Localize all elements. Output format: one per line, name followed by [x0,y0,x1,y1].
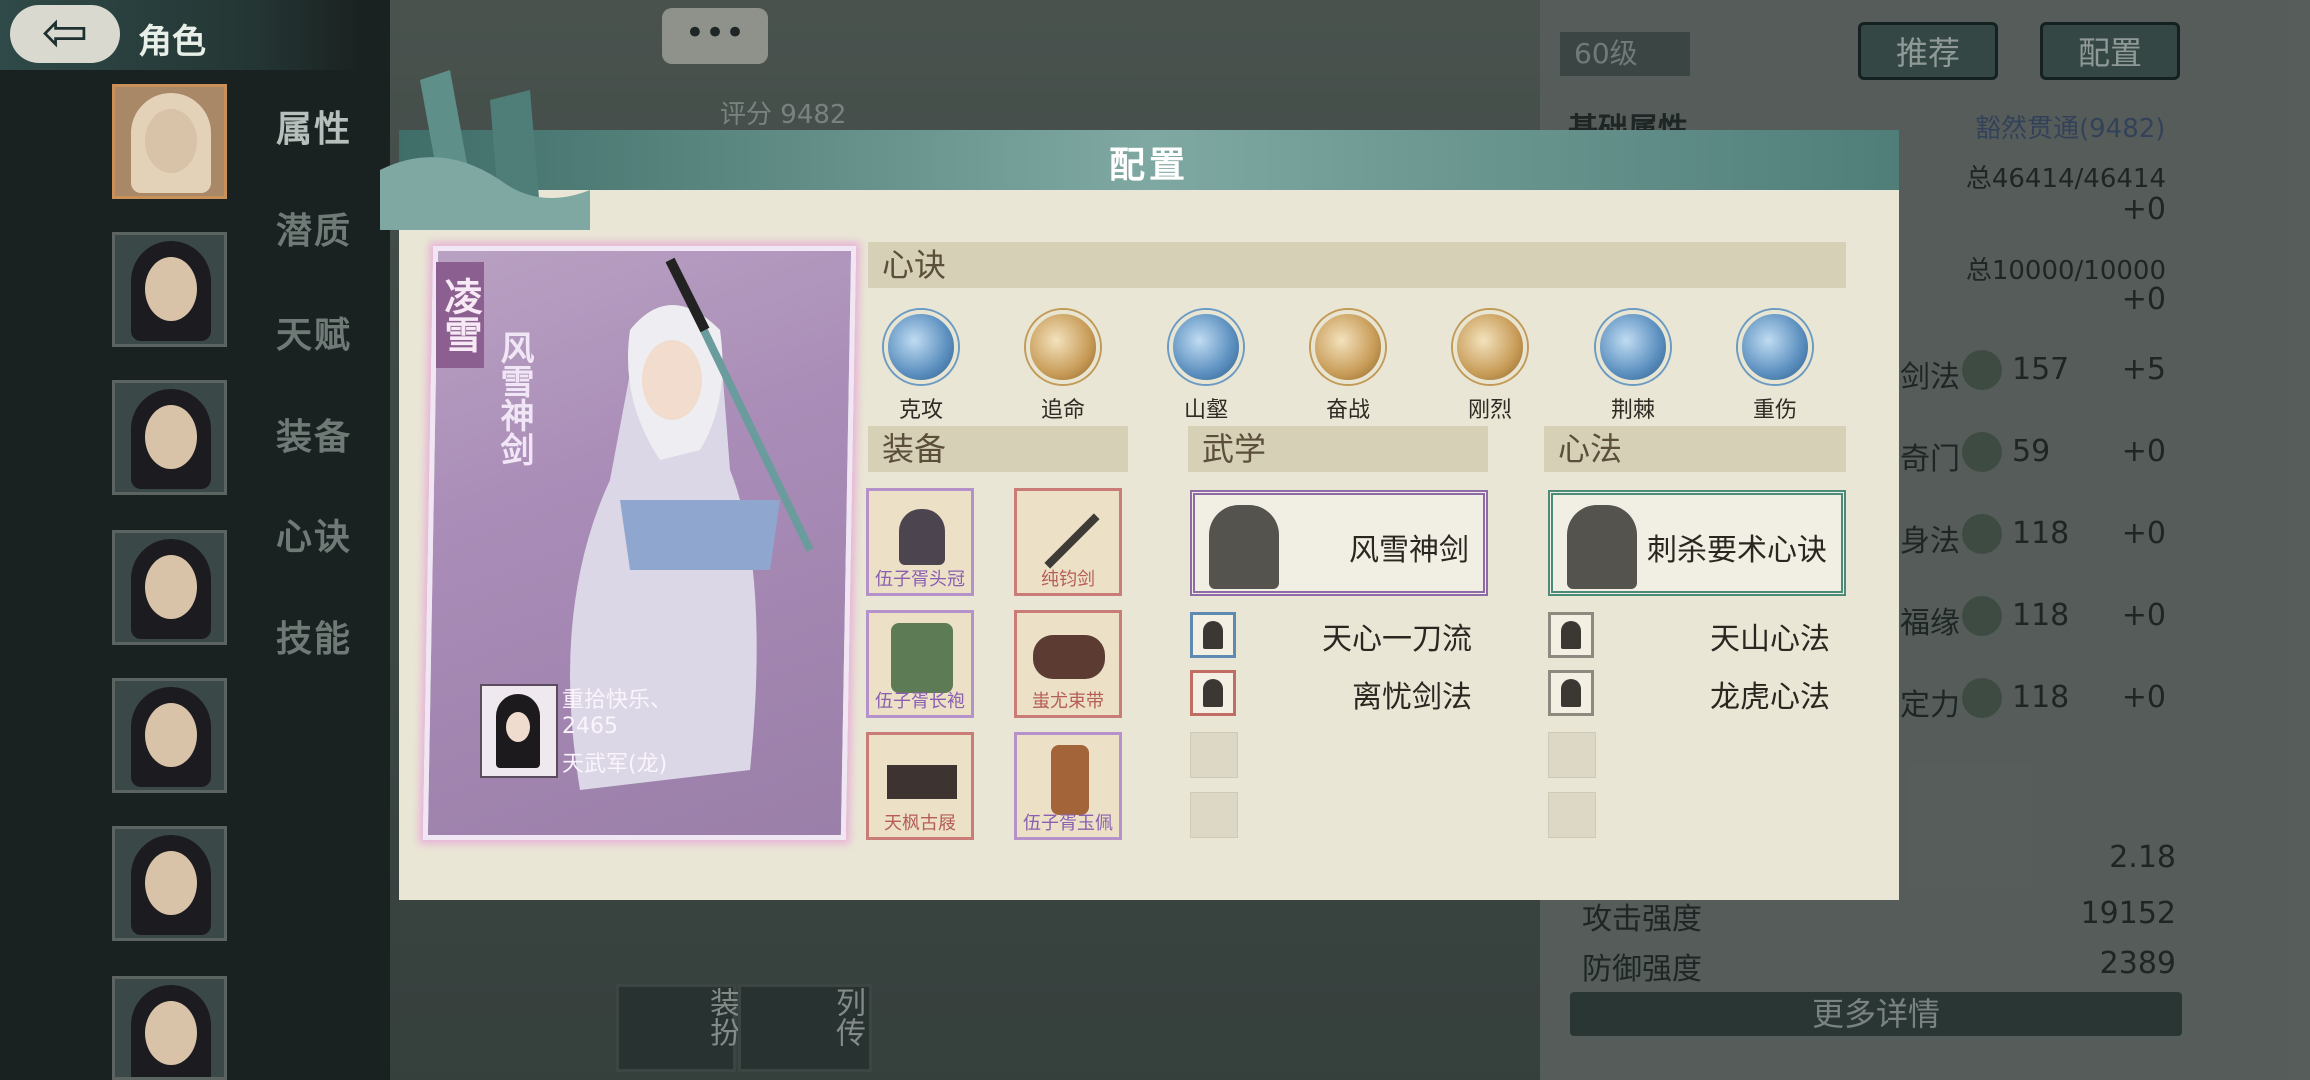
equip-slot-belt[interactable]: 蚩尤束带 [1014,610,1122,718]
empty-slot[interactable] [1190,792,1238,838]
equip-label: 纯钧剑 [1041,569,1095,590]
hero-name: 凌雪 [436,262,484,368]
equip-label: 蚩尤束带 [1032,691,1104,712]
wuxue-sub-name[interactable]: 天心一刀流 [1250,614,1472,658]
hero-weapon-title: 风雪神剑 [494,330,534,466]
xinfa-sub-icon[interactable] [1548,612,1594,658]
xinfa-sub-name[interactable]: 龙虎心法 [1608,672,1830,716]
character-avatar[interactable] [112,530,227,645]
character-avatar[interactable] [112,84,227,199]
skill-label: 奋战 [1325,398,1370,423]
skill-shanhe-icon[interactable] [1169,310,1243,384]
wuxue-sub-icon[interactable] [1190,670,1236,716]
equip-label: 伍子胥头冠 [875,569,965,590]
xinjue-header: 心诀 [868,242,1846,288]
character-avatar[interactable] [112,826,227,941]
wuxue-main-name: 风雪神剑 [1349,533,1469,568]
skill-ganglie-icon[interactable] [1453,310,1527,384]
skill-label: 克攻 [898,398,943,423]
xinfa-sub-name[interactable]: 天山心法 [1608,614,1830,658]
tab-attributes[interactable]: 属性 [276,100,352,152]
skill-zhongshang-icon[interactable] [1738,310,1812,384]
wuxue-sub-icon[interactable] [1190,612,1236,658]
tab-equipment[interactable]: 装备 [276,408,352,460]
equip-slot-weapon[interactable]: 纯钧剑 [1014,488,1122,596]
character-avatar[interactable] [112,380,227,495]
martial-figure-icon [1209,505,1279,589]
skill-fenzhan-icon[interactable] [1311,310,1385,384]
equip-slot-pendant[interactable]: 伍子胥玉佩 [1014,732,1122,840]
equip-slot-robe[interactable]: 伍子胥长袍 [866,610,974,718]
xinfa-header: 心法 [1544,426,1846,472]
owner-id: 2465 [562,714,618,739]
tab-potential[interactable]: 潜质 [276,202,352,254]
empty-slot[interactable] [1190,732,1238,778]
skill-kegong-icon[interactable] [884,310,958,384]
tab-talent[interactable]: 天赋 [276,306,352,358]
owner-name: 重拾快乐、 [562,688,673,713]
empty-slot[interactable] [1548,732,1596,778]
xinfa-figure-icon [1567,505,1637,589]
equip-slot-shoes[interactable]: 天枫古屐 [866,732,974,840]
skill-zhuiming-icon[interactable] [1026,310,1100,384]
owner-guild: 天武军(龙) [562,752,668,777]
back-arrow-icon[interactable]: ⇦ [10,5,120,63]
equip-label: 伍子胥长袍 [875,691,965,712]
skill-label: 荆棘 [1610,398,1655,423]
equip-label: 天枫古屐 [884,813,956,834]
xinfa-sub-icon[interactable] [1548,670,1594,716]
modal-title: 配置 [1108,145,1189,186]
wuxue-sub-name[interactable]: 离忧剑法 [1250,672,1472,716]
equip-header: 装备 [868,426,1128,472]
sidebar-title: 角色 [138,22,206,62]
skill-label: 追命 [1040,398,1085,423]
skill-jingji-icon[interactable] [1596,310,1670,384]
wuxue-main-slot[interactable]: 风雪神剑 [1190,490,1488,596]
xinfa-main-name: 刺杀要术心诀 [1647,533,1827,568]
skill-label: 刚烈 [1467,398,1512,423]
wuxue-header: 武学 [1188,426,1488,472]
character-avatar[interactable] [112,678,227,793]
tab-xinjue[interactable]: 心诀 [276,508,352,560]
empty-slot[interactable] [1548,792,1596,838]
character-avatar[interactable] [112,976,227,1080]
equip-label: 伍子胥玉佩 [1023,813,1113,834]
character-avatar[interactable] [112,232,227,347]
equip-slot-helmet[interactable]: 伍子胥头冠 [866,488,974,596]
tab-skills[interactable]: 技能 [276,610,352,662]
owner-avatar[interactable] [480,684,558,778]
xinfa-main-slot[interactable]: 刺杀要术心诀 [1548,490,1846,596]
skill-label: 重伤 [1752,398,1797,423]
skill-label: 山壑 [1183,398,1228,423]
